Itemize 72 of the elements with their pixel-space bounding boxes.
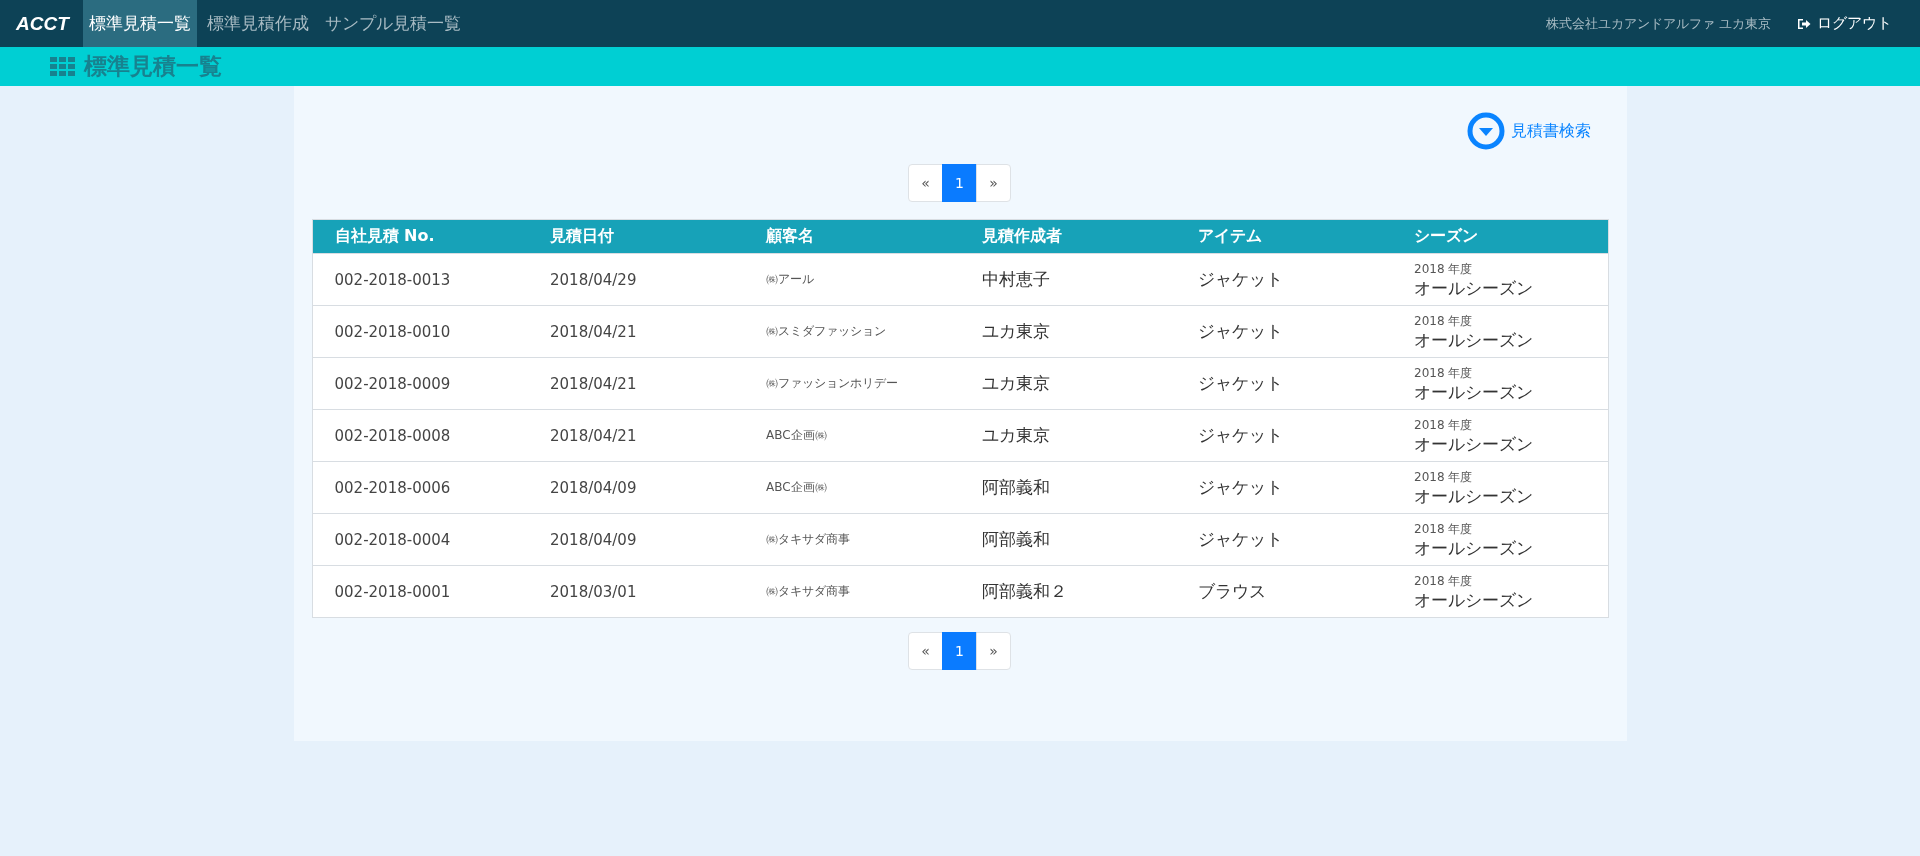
caret-icon [1466,112,1505,150]
season-year: 2018 年度 [1414,573,1474,590]
table-cell: 002-2018-0008 [312,409,528,462]
table-cell: 002-2018-0009 [312,357,528,410]
table-cell: ジャケット [1176,513,1392,566]
table-cell: ABC企画㈱ [744,461,960,514]
column-header: 自社見積 No. [312,219,528,254]
table-cell: ユカ東京 [960,357,1176,410]
season-name: オールシーズン [1414,590,1534,610]
nav-tab[interactable]: 標準見積作成 [200,0,315,47]
table-cell: ジャケット [1176,253,1392,306]
table-cell: 002-2018-0004 [312,513,528,566]
nav-tab[interactable]: 標準見積一覧 [82,0,197,47]
season-year: 2018 年度 [1414,417,1474,434]
season-name: オールシーズン [1414,382,1534,402]
table-cell: 002-2018-0010 [312,305,528,358]
page-button[interactable]: 1 [942,164,977,202]
season-year: 2018 年度 [1414,261,1474,278]
nav-tab[interactable]: サンプル見積一覧 [318,0,467,47]
table-cell: 2018/04/21 [528,305,744,358]
table-cell: 2018/04/29 [528,253,744,306]
column-header: アイテム [1176,219,1392,254]
company-name: 株式会社ユカアンドアルファ ユカ東京 [1545,14,1771,33]
season-name: オールシーズン [1414,278,1534,298]
table-cell: 阿部義和２ [960,565,1176,618]
table-cell: ABC企画㈱ [744,409,960,462]
table-cell: 中村恵子 [960,253,1176,306]
table-cell: 2018/04/09 [528,513,744,566]
table-cell: ㈱タキサダ商事 [744,565,960,618]
table-cell: ㈱アール [744,253,960,306]
column-header: 見積日付 [528,219,744,254]
season-name: オールシーズン [1414,538,1534,558]
column-header: 顧客名 [744,219,960,254]
column-header: シーズン [1392,219,1608,254]
table-cell: ジャケット [1176,305,1392,358]
season-name: オールシーズン [1414,434,1534,454]
table-cell: 002-2018-0013 [312,253,528,306]
search-toggle[interactable]: 見積書検索 [1466,112,1591,150]
next-page-button[interactable]: » [976,164,1011,202]
table-cell: ユカ東京 [960,305,1176,358]
logout-link[interactable]: ログアウト [1797,0,1892,47]
season-name: オールシーズン [1414,486,1534,506]
table-cell: ジャケット [1176,461,1392,514]
page-button[interactable]: 1 [942,632,977,670]
table-cell: 2018/04/21 [528,357,744,410]
table-cell: 阿部義和 [960,513,1176,566]
table-cell: ㈱タキサダ商事 [744,513,960,566]
season-year: 2018 年度 [1414,521,1474,538]
season-year: 2018 年度 [1414,313,1474,330]
table-cell: ブラウス [1176,565,1392,618]
logout-icon [1797,17,1811,30]
table-cell: 2018/03/01 [528,565,744,618]
season-year: 2018 年度 [1414,365,1474,382]
table-cell: ユカ東京 [960,409,1176,462]
previous-page-button[interactable]: « [908,164,943,202]
season-name: オールシーズン [1414,330,1534,350]
next-page-button[interactable]: » [976,632,1011,670]
table-cell: 002-2018-0001 [312,565,528,618]
previous-page-button[interactable]: « [908,632,943,670]
table-cell: ジャケット [1176,357,1392,410]
column-header: 見積作成者 [960,219,1176,254]
table-cell: ㈱スミダファッション [744,305,960,358]
logo: ACCT [15,11,71,36]
table-cell: 阿部義和 [960,461,1176,514]
page-title: 標準見積一覧 [84,52,222,81]
table-cell: 2018/04/21 [528,409,744,462]
table-cell: ジャケット [1176,409,1392,462]
table-cell: 2018/04/09 [528,461,744,514]
table-cell: ㈱ファッションホリデー [744,357,960,410]
grid-icon [50,56,76,77]
table-cell: 002-2018-0006 [312,461,528,514]
season-year: 2018 年度 [1414,469,1474,486]
